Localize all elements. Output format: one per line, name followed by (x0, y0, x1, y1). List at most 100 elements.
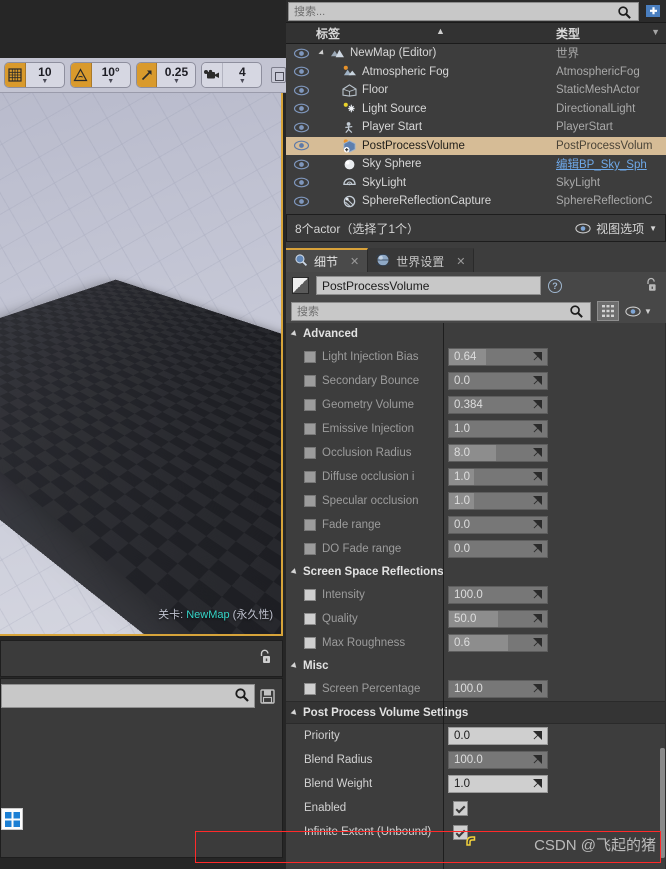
property-row-secondary-bounce[interactable]: Secondary Bounce 0.0 (286, 369, 666, 393)
outliner-row-newmap-editor-[interactable]: NewMap (Editor) 世界 (286, 44, 666, 63)
visibility-eye-icon[interactable] (286, 85, 316, 96)
visibility-eye-icon[interactable] (286, 66, 316, 77)
expand-triangle-icon[interactable] (318, 50, 325, 57)
property-value-field[interactable]: 0.0 (448, 540, 548, 558)
reset-arrow-icon[interactable] (533, 520, 542, 532)
property-value-field[interactable]: 8.0 (448, 444, 548, 462)
reset-arrow-icon[interactable] (533, 424, 542, 436)
property-value-field[interactable]: 100.0 (448, 751, 548, 769)
outliner-row-light-source[interactable]: Light Source DirectionalLight (286, 100, 666, 119)
outliner-search-input[interactable]: 搜索... (288, 2, 639, 21)
details-search-input[interactable]: 搜索 (291, 302, 591, 321)
property-value-field[interactable]: 50.0 (448, 610, 548, 628)
angle-icon[interactable] (71, 63, 92, 87)
chevron-down-icon[interactable]: ▼ (651, 27, 660, 37)
property-row-occlusion-radius[interactable]: Occlusion Radius 8.0 (286, 441, 666, 465)
details-lock-icon[interactable] (644, 277, 658, 296)
property-checkbox[interactable] (304, 519, 316, 531)
tab-details[interactable]: 细节 ✕ (286, 248, 368, 272)
property-value-field[interactable]: 100.0 (448, 586, 548, 604)
outliner-row-type[interactable]: 编辑BP_Sky_Sph (556, 156, 666, 172)
outliner-row-floor[interactable]: Floor StaticMeshActor (286, 81, 666, 100)
view-options-button[interactable]: 视图选项 ▼ (575, 220, 657, 237)
reset-arrow-icon[interactable] (533, 779, 542, 791)
close-icon[interactable]: ✕ (350, 255, 359, 268)
reset-arrow-icon[interactable] (533, 544, 542, 556)
property-checkbox-checked[interactable] (453, 801, 468, 816)
tab-world-settings[interactable]: 世界设置 ✕ (368, 248, 474, 272)
windows-taskbar-icon[interactable] (1, 808, 23, 830)
property-section-screen-space-reflections[interactable]: Screen Space Reflections (286, 561, 666, 583)
property-section-advanced[interactable]: Advanced (286, 323, 666, 345)
grid-icon[interactable] (5, 63, 26, 87)
property-checkbox[interactable] (304, 637, 316, 649)
reset-arrow-icon[interactable] (533, 472, 542, 484)
lock-icon[interactable] (258, 649, 272, 665)
reset-arrow-icon[interactable] (533, 638, 542, 650)
level-viewport[interactable]: 关卡: NewMap (永久性) (0, 93, 283, 636)
property-row-blend-radius[interactable]: Blend Radius 100.0 (286, 748, 666, 772)
reset-arrow-icon[interactable] (533, 614, 542, 626)
property-row-priority[interactable]: Priority 0.0 (286, 724, 666, 748)
property-value-field[interactable]: 0.64 (448, 348, 548, 366)
property-checkbox[interactable] (304, 447, 316, 459)
property-row-diffuse-occlusion-i[interactable]: Diffuse occlusion i 1.0 (286, 465, 666, 489)
reset-arrow-icon[interactable] (533, 496, 542, 508)
property-row-quality[interactable]: Quality 50.0 (286, 607, 666, 631)
property-value-field[interactable]: 1.0 (448, 468, 548, 486)
property-value-field[interactable]: 1.0 (448, 420, 548, 438)
reset-arrow-icon[interactable] (533, 755, 542, 767)
reset-arrow-icon[interactable] (533, 684, 542, 696)
outliner-row-postprocessvolume[interactable]: PostProcessVolume PostProcessVolum (286, 137, 666, 156)
visibility-eye-icon[interactable] (286, 48, 316, 59)
scale-snap-value-dropdown[interactable]: 0.25 ▼ (157, 63, 195, 87)
property-checkbox[interactable] (304, 543, 316, 555)
property-value-field[interactable]: 0.6 (448, 634, 548, 652)
visibility-eye-icon[interactable] (286, 122, 316, 133)
help-icon[interactable]: ? (548, 279, 562, 293)
property-row-blend-weight[interactable]: Blend Weight 1.0 (286, 772, 666, 796)
reset-arrow-icon[interactable] (533, 448, 542, 460)
object-name-field[interactable]: PostProcessVolume (316, 276, 541, 295)
visibility-eye-icon[interactable] (286, 196, 316, 207)
property-value-field[interactable]: 0.384 (448, 396, 548, 414)
property-row-emissive-injection[interactable]: Emissive Injection 1.0 (286, 417, 666, 441)
property-row-screen-percentage[interactable]: Screen Percentage 100.0 (286, 677, 666, 701)
visibility-eye-icon[interactable] (286, 177, 316, 188)
display-as-grid-button[interactable] (597, 301, 619, 321)
add-actor-button[interactable] (643, 2, 664, 21)
scale-arrow-icon[interactable] (137, 63, 158, 87)
property-value-field[interactable]: 0.0 (448, 516, 548, 534)
label-column-header[interactable]: 标签 ▲ (316, 25, 556, 42)
property-value-field[interactable]: 1.0 (448, 775, 548, 793)
content-search-input[interactable] (1, 684, 255, 708)
property-value-field[interactable]: 0.0 (448, 727, 548, 745)
angle-snap-group[interactable]: 10° ▼ (70, 62, 131, 88)
outliner-row-player-start[interactable]: Player Start PlayerStart (286, 118, 666, 137)
angle-snap-value-dropdown[interactable]: 10° ▼ (92, 63, 130, 87)
reset-arrow-icon[interactable] (533, 731, 542, 743)
camera-speed-group[interactable]: 4 ▼ (201, 62, 262, 88)
details-scrollbar-thumb[interactable] (660, 748, 665, 858)
property-row-intensity[interactable]: Intensity 100.0 (286, 583, 666, 607)
details-view-options-button[interactable]: ▼ (625, 306, 652, 317)
property-checkbox[interactable] (304, 589, 316, 601)
property-checkbox[interactable] (304, 399, 316, 411)
type-column-header[interactable]: 类型 ▼ (556, 25, 666, 42)
viewport-layout-button[interactable] (271, 67, 286, 83)
property-value-field[interactable]: 1.0 (448, 492, 548, 510)
property-checkbox[interactable] (304, 495, 316, 507)
property-section-post-process-volume-settings[interactable]: Post Process Volume Settings (286, 701, 666, 724)
reset-arrow-icon[interactable] (533, 400, 542, 412)
camera-icon[interactable] (202, 63, 223, 87)
visibility-eye-icon[interactable] (286, 140, 316, 151)
property-row-do-fade-range[interactable]: DO Fade range 0.0 (286, 537, 666, 561)
visibility-eye-icon[interactable] (286, 103, 316, 114)
outliner-row-atmospheric-fog[interactable]: Atmospheric Fog AtmosphericFog (286, 63, 666, 82)
outliner-row-sky-sphere[interactable]: Sky Sphere 编辑BP_Sky_Sph (286, 155, 666, 174)
property-checkbox[interactable] (304, 471, 316, 483)
property-checkbox[interactable] (304, 351, 316, 363)
property-value-field[interactable]: 0.0 (448, 372, 548, 390)
property-checkbox[interactable] (304, 613, 316, 625)
save-icon[interactable] (259, 688, 276, 705)
